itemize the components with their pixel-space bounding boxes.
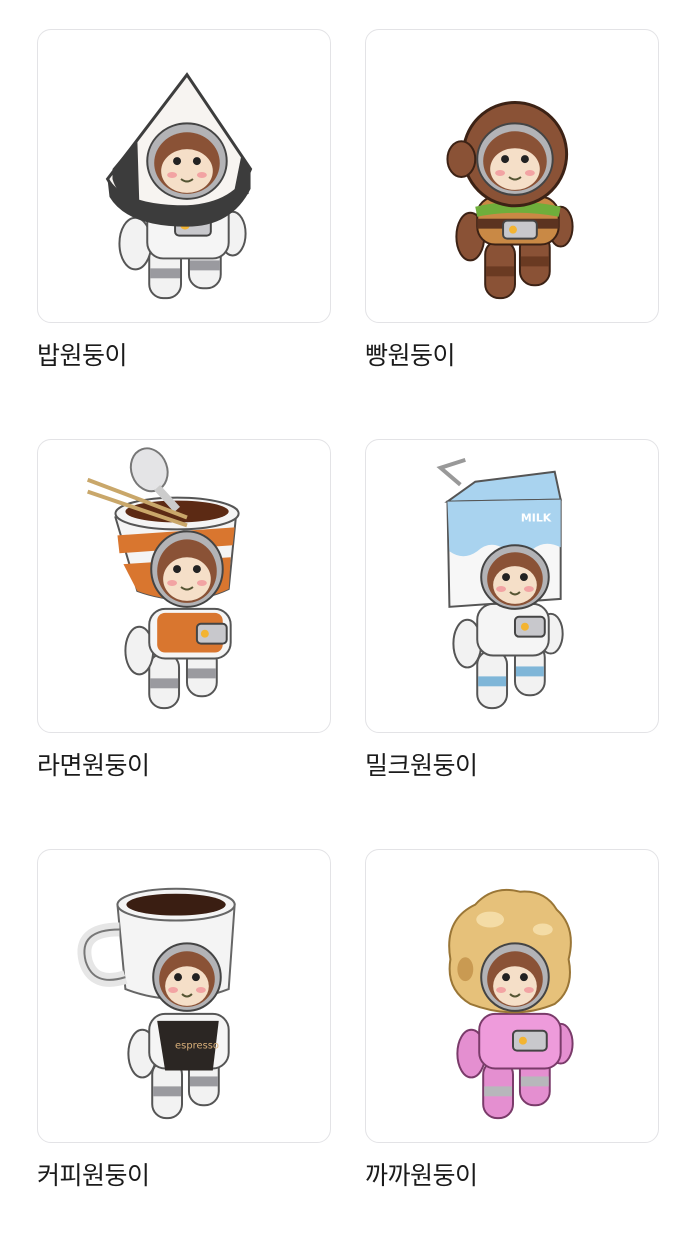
character-card[interactable]: 라면원둥이 xyxy=(37,439,333,783)
character-thumbnail[interactable] xyxy=(365,849,659,1143)
character-card[interactable]: 빵원둥이 xyxy=(365,29,661,373)
character-thumbnail[interactable] xyxy=(365,29,659,323)
milk-carton-monkey-astronaut-icon: MILK xyxy=(436,457,564,710)
character-name: 커피원둥이 xyxy=(37,1161,150,1190)
character-thumbnail[interactable]: MILK xyxy=(365,439,659,733)
character-thumbnail[interactable] xyxy=(37,439,331,733)
burger-monkey-astronaut-icon xyxy=(446,101,574,300)
svg-text:MILK: MILK xyxy=(521,511,552,524)
character-card[interactable]: 밥원둥이 xyxy=(37,29,333,373)
character-grid: 밥원둥이 빵원둥이 라면원둥이 MILK 밀크원둥이 espresso 커피원둥… xyxy=(0,0,688,1234)
character-card[interactable]: espresso 커피원둥이 xyxy=(37,849,333,1193)
character-name: 밥원둥이 xyxy=(37,341,128,370)
character-thumbnail[interactable] xyxy=(37,29,331,323)
character-name: 라면원둥이 xyxy=(37,751,150,780)
coffee-mug-monkey-astronaut-icon: espresso xyxy=(77,887,236,1120)
character-card[interactable]: MILK 밀크원둥이 xyxy=(365,439,661,783)
svg-text:espresso: espresso xyxy=(175,1041,219,1052)
character-thumbnail[interactable]: espresso xyxy=(37,849,331,1143)
rice-ball-monkey-astronaut-icon xyxy=(105,72,253,300)
character-name: 빵원둥이 xyxy=(365,341,456,370)
character-name: 밀크원둥이 xyxy=(365,751,478,780)
character-name: 까까원둥이 xyxy=(365,1161,478,1190)
cup-ramen-monkey-astronaut-icon xyxy=(86,447,240,710)
cream-puff-monkey-astronaut-icon xyxy=(448,888,574,1120)
character-card[interactable]: 까까원둥이 xyxy=(365,849,661,1193)
